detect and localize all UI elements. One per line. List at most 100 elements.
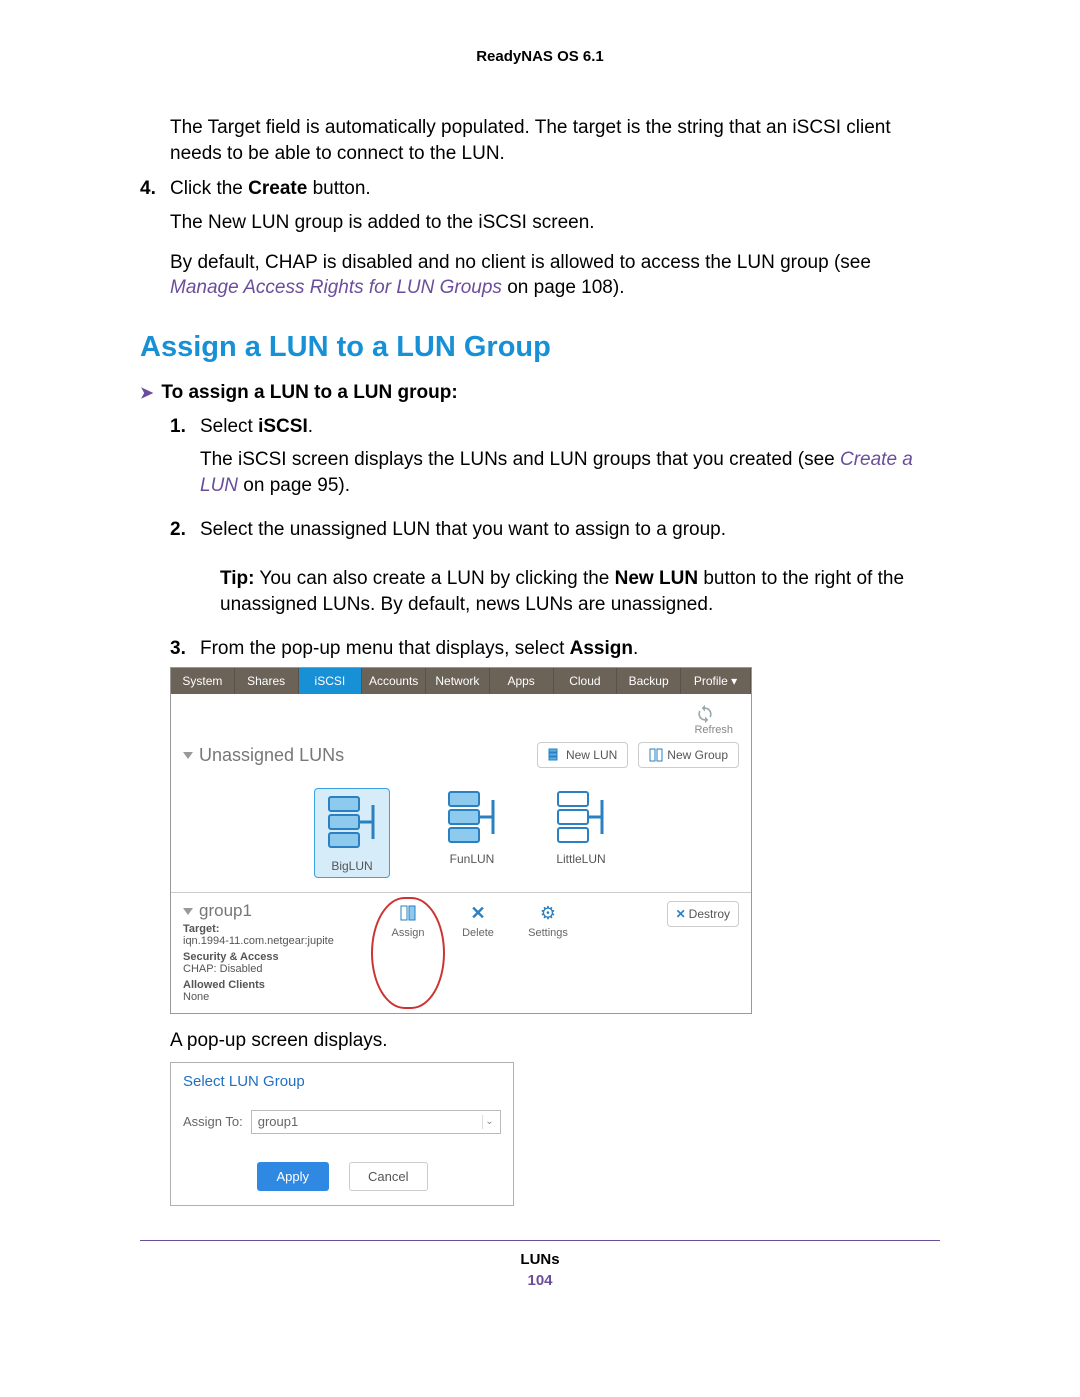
menu-system[interactable]: System [171,668,235,694]
clients-value: None [183,991,353,1003]
assign-button[interactable]: Assign [383,901,433,939]
delete-button[interactable]: ✕ Delete [453,901,503,1003]
text: . [633,638,638,659]
menu-iscsi[interactable]: iSCSI [299,668,363,694]
lun-icon [548,748,562,762]
security-label: Security & Access [183,951,279,963]
settings-label: Settings [523,927,573,939]
new-group-label: New Group [667,748,728,762]
intro-paragraph: The Target field is automatically popula… [170,115,940,166]
group-label: group1 [199,901,252,921]
clients-label: Allowed Clients [183,979,265,991]
popup-text: A pop-up screen displays. [170,1028,940,1054]
footer-divider [140,1240,940,1241]
assign-highlight: Assign [371,897,445,1009]
new-lun-button[interactable]: New LUN [537,742,628,768]
settings-button[interactable]: ⚙ Settings [523,901,573,1003]
lun-label: LittleLUN [554,852,608,866]
lun-littlelun[interactable]: LittleLUN [554,788,608,878]
menu-backup[interactable]: Backup [617,668,681,694]
menu-shares[interactable]: Shares [235,668,299,694]
gear-icon: ⚙ [523,901,573,925]
text-bold: Assign [570,638,633,659]
refresh-icon [694,704,716,724]
menu-profile[interactable]: Profile ▾ [681,668,751,694]
text: The iSCSI screen displays the LUNs and L… [200,449,840,470]
menu-network[interactable]: Network [426,668,490,694]
dialog-title: Select LUN Group [171,1063,513,1092]
chevron-down-icon: ⌄ [482,1115,496,1129]
destroy-icon: ✕ [676,907,686,921]
destroy-label: Destroy [689,907,730,921]
cancel-button[interactable]: Cancel [349,1162,427,1191]
group-name[interactable]: group1 [183,901,353,921]
caret-down-icon[interactable] [183,752,193,759]
caret-down-icon [183,908,193,915]
refresh-button[interactable]: Refresh [694,704,733,736]
text: Select [200,416,258,437]
delete-label: Delete [453,927,503,939]
chap-paragraph: By default, CHAP is disabled and no clie… [170,250,940,301]
lun-label: BigLUN [325,859,379,873]
security-value: CHAP: Disabled [183,963,353,975]
group-icon [649,748,663,762]
target-value: iqn.1994-11.com.netgear:jupite [183,935,353,947]
text: Click the [170,178,248,199]
text: Select the unassigned LUN that you want … [200,519,726,540]
tip-label: Tip: [220,568,254,589]
menu-apps[interactable]: Apps [490,668,554,694]
unassigned-label: Unassigned LUNs [199,745,344,766]
text: To assign a LUN to a LUN group: [161,382,457,404]
text-bold: iSCSI [258,416,308,437]
step-3: 3. From the pop-up menu that displays, s… [170,636,940,662]
new-group-button[interactable]: New Group [638,742,739,768]
select-lun-group-dialog: Select LUN Group Assign To: group1 ⌄ App… [170,1062,514,1206]
step-1: 1. Select iSCSI. The iSCSI screen displa… [170,414,940,507]
target-label: Target: [183,923,219,935]
delete-icon: ✕ [453,901,503,925]
apply-button[interactable]: Apply [257,1162,330,1191]
text: . [308,416,313,437]
lun-biglun[interactable]: BigLUN [314,788,390,878]
text-bold: Create [248,178,307,199]
unassigned-header: Unassigned LUNs New LUN New Group [171,738,751,772]
menu-cloud[interactable]: Cloud [554,668,618,694]
iscsi-screenshot: System Shares iSCSI Accounts Network App… [170,667,752,1014]
new-lun-label: New LUN [566,748,617,762]
doc-header: ReadyNAS OS 6.1 [140,48,940,65]
step-4-result: The New LUN group is added to the iSCSI … [170,210,940,236]
select-value: group1 [258,1114,298,1129]
disk-icon [325,795,379,855]
disk-icon [445,788,499,848]
menu-accounts[interactable]: Accounts [362,668,426,694]
text-bold: New LUN [615,568,698,589]
text: on page 108). [502,277,625,298]
assign-icon [383,901,433,925]
assign-to-label: Assign To: [183,1114,243,1129]
assign-to-select[interactable]: group1 ⌄ [251,1110,501,1134]
text: button. [307,178,370,199]
main-menu: System Shares iSCSI Accounts Network App… [171,668,751,694]
group-info: group1 Target: iqn.1994-11.com.netgear:j… [183,901,353,1003]
assign-label: Assign [383,927,433,939]
lun-list: BigLUN FunLUN [171,772,751,893]
destroy-button[interactable]: ✕ Destroy [667,901,739,927]
step-2: 2. Select the unassigned LUN that you wa… [170,517,940,618]
arrow-icon: ➤ [140,383,153,403]
step-1-result: The iSCSI screen displays the LUNs and L… [200,447,940,498]
group-row: group1 Target: iqn.1994-11.com.netgear:j… [171,893,751,1013]
lun-funlun[interactable]: FunLUN [445,788,499,878]
text: From the pop-up menu that displays, sele… [200,638,570,659]
text: You can also create a LUN by clicking th… [254,568,614,589]
procedure-heading: ➤ To assign a LUN to a LUN group: [140,382,940,404]
text: By default, CHAP is disabled and no clie… [170,252,871,273]
text: on page 95). [238,475,350,496]
manage-access-link[interactable]: Manage Access Rights for LUN Groups [170,277,502,298]
lun-label: FunLUN [445,852,499,866]
refresh-label: Refresh [694,724,733,736]
page-number: 104 [140,1272,940,1289]
disk-icon [554,788,608,848]
step-4: 4. Click the Create button. The New LUN … [140,176,940,243]
section-heading: Assign a LUN to a LUN Group [140,331,940,364]
footer-title: LUNs [140,1251,940,1268]
